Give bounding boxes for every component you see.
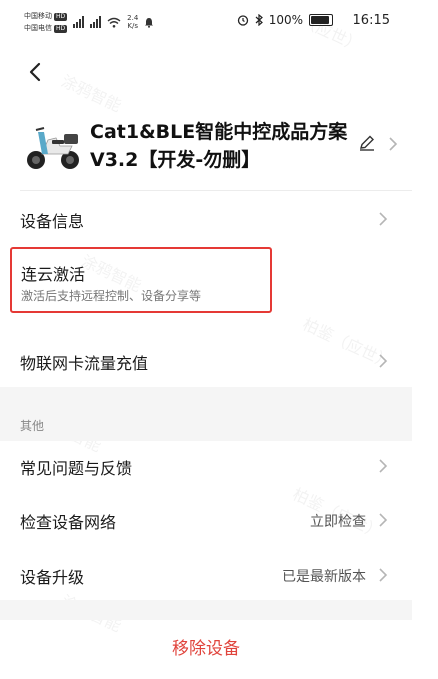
status-bar: 中国移动 HD 中国电信 HD 2.4 K/s 100% 16:15 (0, 0, 438, 44)
battery-icon (309, 14, 333, 26)
chevron-right-icon (379, 513, 388, 527)
row-label: 检查设备网络 (20, 513, 117, 532)
battery-percent: 100% (268, 13, 303, 27)
row-label: 常见问题与反馈 (20, 459, 133, 478)
scooter-image (27, 127, 79, 169)
clock: 16:15 (352, 13, 390, 28)
section-spacer (0, 600, 412, 620)
alarm-icon (237, 15, 248, 26)
row-subtitle: 激活后支持远程控制、设备分享等 (21, 289, 202, 303)
signal-icon (90, 16, 102, 28)
net-speed-value: 2.4 (127, 14, 139, 22)
hd-badge: HD (54, 25, 68, 33)
row-iot-card-topup[interactable]: 物联网卡流量充值 (0, 334, 438, 388)
row-faq[interactable]: 常见问题与反馈 (0, 439, 438, 493)
carrier-info: 中国移动 HD 中国电信 HD (24, 10, 68, 34)
carrier-2: 中国电信 (24, 24, 52, 32)
net-speed: 2.4 K/s (127, 14, 138, 30)
remove-device-button[interactable]: 移除设备 (0, 634, 412, 659)
chevron-right-icon (389, 137, 398, 151)
row-device-info[interactable]: 设备信息 (0, 192, 438, 246)
divider (20, 190, 412, 191)
back-arrow-icon[interactable] (24, 60, 48, 84)
row-label: 物联网卡流量充值 (20, 354, 149, 373)
net-speed-unit: K/s (127, 22, 139, 30)
signal-icon (73, 16, 85, 28)
chevron-right-icon (379, 568, 388, 582)
carrier-1: 中国移动 (24, 12, 52, 20)
wifi-icon (107, 17, 121, 28)
row-label: 设备信息 (20, 212, 85, 231)
row-check-network[interactable]: 检查设备网络 立即检查 (0, 493, 438, 547)
row-label: 连云激活 (21, 265, 86, 284)
row-value: 已是最新版本 (282, 569, 366, 585)
device-title: Cat1&BLE智能中控成品方案V3.2【开发-勿删】 (90, 121, 348, 171)
row-device-upgrade[interactable]: 设备升级 已是最新版本 (0, 548, 438, 602)
device-header[interactable]: Cat1&BLE智能中控成品方案V3.2【开发-勿删】 (20, 108, 410, 186)
chevron-right-icon (379, 212, 388, 226)
hd-badge: HD (54, 13, 68, 21)
bell-icon (145, 17, 154, 28)
section-header: 其他 (0, 387, 412, 441)
row-value: 立即检查 (310, 514, 366, 530)
chevron-right-icon (379, 354, 388, 368)
cloud-activate-item[interactable]: 连云激活 激活后支持远程控制、设备分享等 (10, 247, 272, 313)
chevron-right-icon (379, 459, 388, 473)
bluetooth-icon (255, 14, 263, 26)
section-title: 其他 (20, 419, 45, 433)
row-label: 设备升级 (20, 568, 85, 587)
edit-pencil-icon[interactable] (358, 134, 376, 152)
